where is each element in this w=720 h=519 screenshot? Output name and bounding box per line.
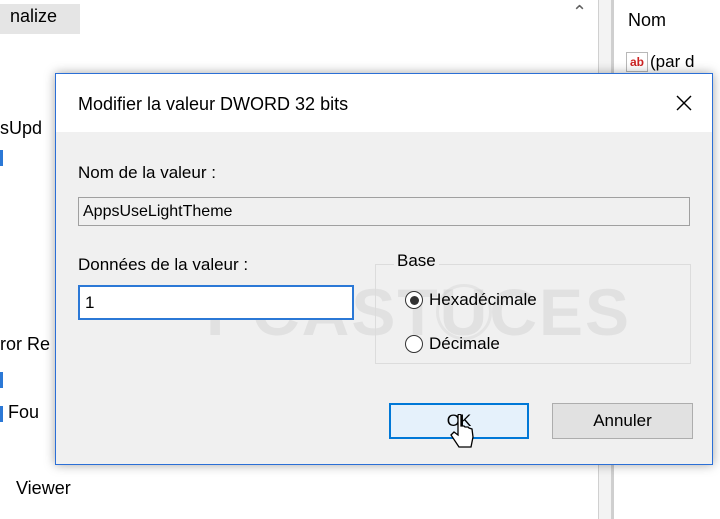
dialog-titlebar[interactable]: Modifier la valeur DWORD 32 bits [56,74,712,132]
tree-item[interactable]: nalize [10,6,57,27]
edit-dword-dialog: Modifier la valeur DWORD 32 bits PCASTUC… [55,73,713,465]
radio-unchecked-icon[interactable] [405,335,423,353]
value-name-field: AppsUseLightTheme [78,197,690,226]
ok-button[interactable]: OK [389,403,529,439]
tree-item[interactable]: sUpd [0,118,42,139]
base-label: Base [394,251,439,271]
close-icon [676,95,692,111]
tree-item[interactable]: Viewer [16,478,71,499]
column-header-name[interactable]: Nom [628,10,666,31]
radio-decimal[interactable]: Décimale [405,332,500,356]
radio-decimal-label: Décimale [429,334,500,353]
cancel-button[interactable]: Annuler [552,403,693,439]
radio-hexadecimal[interactable]: Hexadécimale [405,288,537,312]
value-data-input[interactable]: 1 [78,285,354,320]
value-row-name[interactable]: (par d [650,52,694,72]
radio-checked-icon[interactable] [405,291,423,309]
radio-hexadecimal-label: Hexadécimale [429,290,537,309]
value-name-label: Nom de la valeur : [78,163,216,182]
tree-expander[interactable] [0,150,3,166]
dialog-title: Modifier la valeur DWORD 32 bits [78,94,349,114]
string-value-icon: ab [626,52,648,72]
close-button[interactable] [656,74,712,132]
scroll-up-icon[interactable]: ⌃ [572,2,587,23]
tree-item[interactable]: ror Re [0,334,50,355]
tree-item[interactable]: Fou [8,402,39,423]
tree-expander[interactable] [0,372,3,388]
tree-expander[interactable] [0,406,3,422]
value-data-label: Données de la valeur : [78,255,249,274]
